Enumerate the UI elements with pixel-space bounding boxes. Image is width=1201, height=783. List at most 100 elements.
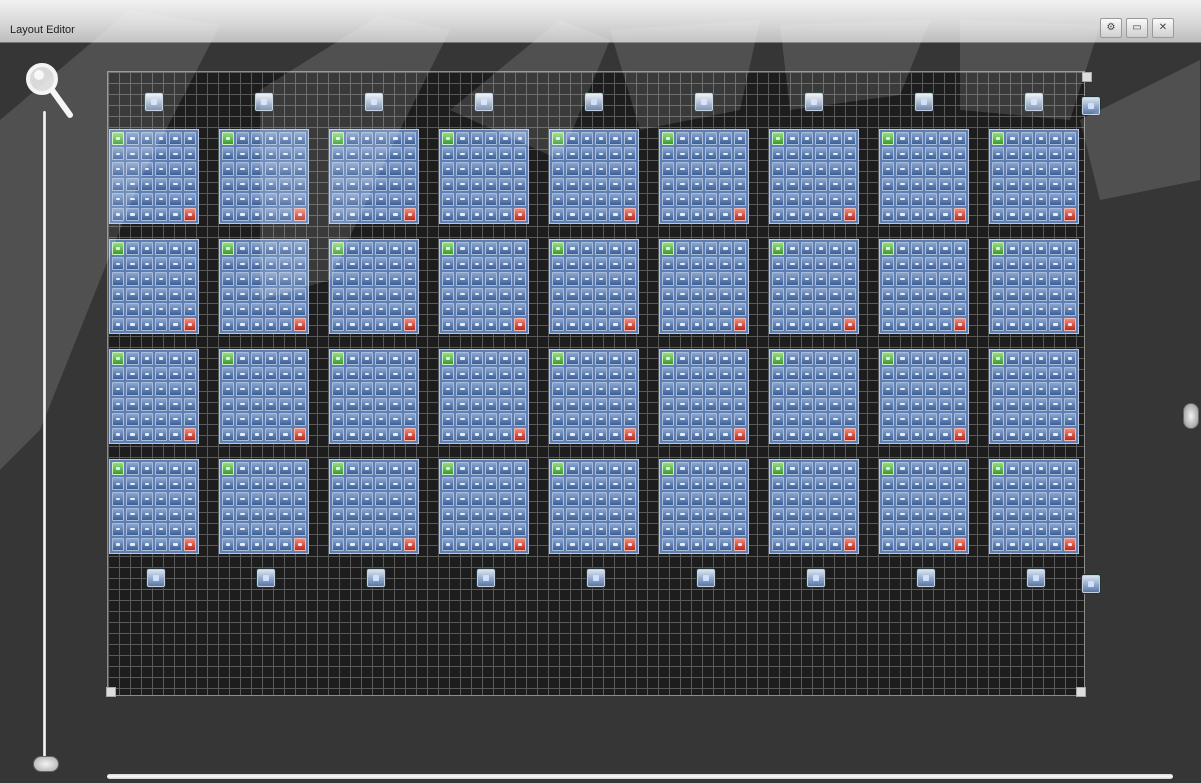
panel-cell[interactable] [126,477,139,491]
panel-cell[interactable] [169,242,182,256]
panel-start-cell[interactable] [772,132,785,146]
panel-cell[interactable] [733,522,746,536]
panel-cell[interactable] [346,382,359,396]
panel-cell[interactable] [456,477,469,491]
led-panel[interactable] [109,349,199,444]
panel-cell[interactable] [360,397,373,411]
panel-cell[interactable] [1034,272,1048,286]
panel-cell[interactable] [924,367,938,381]
panel-cell[interactable] [814,177,828,191]
panel-cell[interactable] [499,492,512,506]
panel-cell[interactable] [814,287,828,301]
panel-cell[interactable] [470,507,483,521]
panel-cell[interactable] [1063,397,1076,411]
panel-cell[interactable] [924,412,938,426]
panel-cell[interactable] [126,272,139,286]
panel-cell[interactable] [843,177,856,191]
panel-cell[interactable] [704,397,718,411]
panel-cell[interactable] [910,207,923,221]
panel-cell[interactable] [1063,147,1076,161]
panel-cell[interactable] [910,257,923,271]
led-panel[interactable] [549,129,639,224]
panel-cell[interactable] [609,287,622,301]
panel-cell[interactable] [250,207,263,221]
panel-cell[interactable] [924,147,938,161]
panel-cell[interactable] [279,522,292,536]
panel-cell[interactable] [470,242,483,256]
panel-cell[interactable] [154,397,168,411]
panel-cell[interactable] [112,257,125,271]
panel-cell[interactable] [126,177,139,191]
panel-cell[interactable] [552,147,565,161]
zoom-slider-track[interactable] [43,111,46,761]
panel-cell[interactable] [279,147,292,161]
panel-cell[interactable] [733,367,746,381]
panel-cell[interactable] [403,257,416,271]
panel-cell[interactable] [183,272,196,286]
panel-cell[interactable] [1006,492,1019,506]
panel-cell[interactable] [112,302,125,316]
panel-cell[interactable] [623,367,636,381]
vertical-scroll-handle-icon[interactable] [1183,403,1199,429]
panel-end-cell[interactable] [183,317,196,331]
panel-cell[interactable] [183,352,196,366]
panel-cell[interactable] [609,522,622,536]
panel-cell[interactable] [279,242,292,256]
panel-cell[interactable] [169,177,182,191]
panel-cell[interactable] [1006,537,1019,551]
panel-cell[interactable] [910,507,923,521]
panel-cell[interactable] [772,537,785,551]
panel-cell[interactable] [924,477,938,491]
panel-cell[interactable] [552,537,565,551]
panel-cell[interactable] [939,412,952,426]
panel-cell[interactable] [484,272,498,286]
panel-cell[interactable] [910,302,923,316]
panel-cell[interactable] [442,412,455,426]
panel-cell[interactable] [346,287,359,301]
panel-cell[interactable] [623,192,636,206]
panel-cell[interactable] [924,302,938,316]
panel-cell[interactable] [939,287,952,301]
panel-cell[interactable] [1034,177,1048,191]
panel-cell[interactable] [112,427,125,441]
panel-cell[interactable] [814,492,828,506]
panel-cell[interactable] [279,477,292,491]
panel-cell[interactable] [140,507,153,521]
panel-cell[interactable] [126,317,139,331]
panel-cell[interactable] [403,242,416,256]
panel-cell[interactable] [140,317,153,331]
panel-cell[interactable] [704,132,718,146]
panel-cell[interactable] [772,507,785,521]
panel-cell[interactable] [513,397,526,411]
panel-cell[interactable] [939,242,952,256]
panel-cell[interactable] [1020,317,1033,331]
panel-cell[interactable] [293,492,306,506]
panel-cell[interactable] [939,382,952,396]
panel-cell[interactable] [910,397,923,411]
panel-cell[interactable] [662,382,675,396]
panel-cell[interactable] [609,302,622,316]
panel-cell[interactable] [924,462,938,476]
panel-cell[interactable] [786,397,799,411]
panel-cell[interactable] [169,427,182,441]
panel-cell[interactable] [896,132,909,146]
panel-cell[interactable] [896,477,909,491]
panel-cell[interactable] [814,272,828,286]
panel-cell[interactable] [896,397,909,411]
panel-cell[interactable] [112,177,125,191]
panel-cell[interactable] [623,132,636,146]
panel-cell[interactable] [924,397,938,411]
panel-cell[interactable] [1006,242,1019,256]
panel-cell[interactable] [992,492,1005,506]
panel-cell[interactable] [772,367,785,381]
panel-cell[interactable] [484,352,498,366]
panel-cell[interactable] [456,257,469,271]
panel-cell[interactable] [293,397,306,411]
panel-cell[interactable] [580,272,593,286]
panel-cell[interactable] [566,522,579,536]
panel-cell[interactable] [346,427,359,441]
panel-cell[interactable] [662,287,675,301]
panel-cell[interactable] [236,147,249,161]
panel-cell[interactable] [772,177,785,191]
led-panel[interactable] [549,459,639,554]
